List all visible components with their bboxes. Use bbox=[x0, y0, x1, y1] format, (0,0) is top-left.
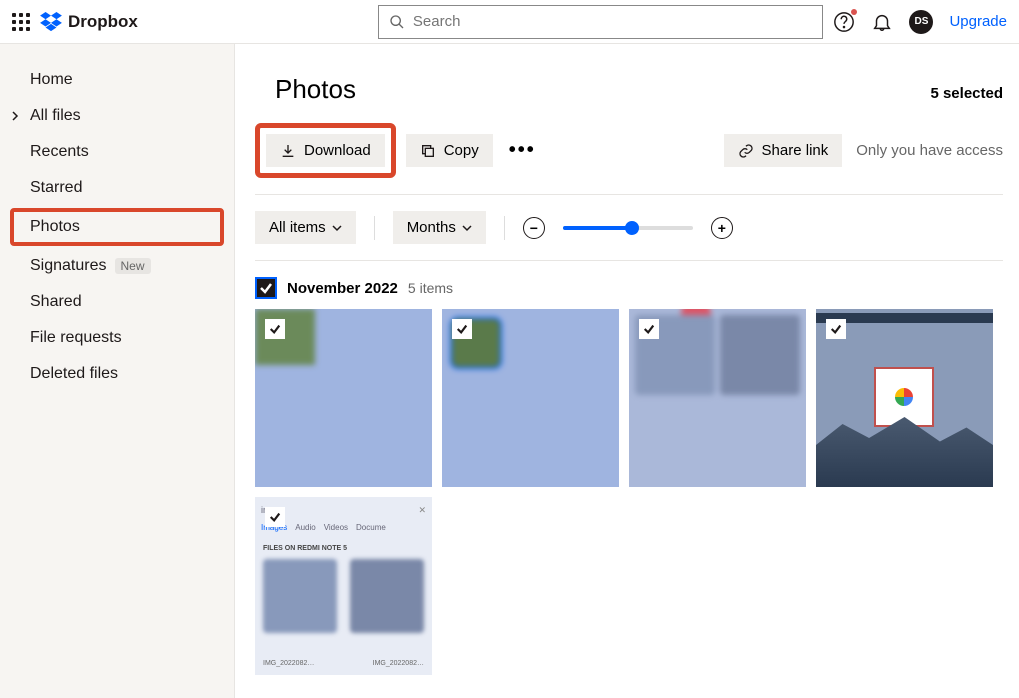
help-button[interactable] bbox=[833, 11, 855, 33]
new-badge: New bbox=[115, 258, 151, 274]
zoom-out-button[interactable]: − bbox=[523, 217, 545, 239]
link-icon bbox=[738, 143, 754, 159]
sidebar-item-label: Photos bbox=[30, 218, 80, 236]
search-box[interactable] bbox=[378, 5, 824, 39]
download-icon bbox=[280, 143, 296, 159]
close-icon: ✕ bbox=[418, 505, 426, 519]
chevron-down-icon bbox=[462, 223, 472, 233]
photo-thumbnail[interactable] bbox=[255, 309, 432, 487]
zoom-slider[interactable] bbox=[563, 226, 693, 230]
sidebar-item-filerequests[interactable]: File requests bbox=[0, 320, 234, 356]
dropbox-icon bbox=[40, 12, 62, 32]
filter-grouping-label: Months bbox=[407, 219, 456, 236]
avatar[interactable]: DS bbox=[909, 10, 933, 34]
sidebar-item-label: Signatures bbox=[30, 257, 107, 275]
main-content: Photos 5 selected Download Copy ••• Shar… bbox=[235, 44, 1019, 698]
slider-fill bbox=[563, 226, 628, 230]
search-input[interactable] bbox=[413, 13, 813, 30]
photo-thumbnail[interactable]: img✕ ImagesAudioVideosDocume FILES ON RE… bbox=[255, 497, 432, 675]
sidebar-item-label: Home bbox=[30, 71, 73, 89]
slider-knob[interactable] bbox=[625, 221, 639, 235]
check-icon bbox=[269, 511, 281, 523]
photo-grid: img✕ ImagesAudioVideosDocume FILES ON RE… bbox=[255, 309, 1003, 675]
check-icon bbox=[269, 323, 281, 335]
notification-dot bbox=[851, 9, 857, 15]
sidebar-item-recents[interactable]: Recents bbox=[0, 134, 234, 170]
page-title: Photos bbox=[275, 74, 356, 105]
sidebar-item-home[interactable]: Home bbox=[0, 62, 234, 98]
check-icon bbox=[456, 323, 468, 335]
photo-checkbox[interactable] bbox=[826, 319, 846, 339]
photo-checkbox[interactable] bbox=[265, 319, 285, 339]
action-toolbar: Download Copy ••• Share link Only you ha… bbox=[255, 123, 1003, 195]
sidebar-item-label: Shared bbox=[30, 293, 82, 311]
photo-thumbnail[interactable] bbox=[442, 309, 619, 487]
sidebar-item-label: Deleted files bbox=[30, 365, 118, 383]
share-link-button[interactable]: Share link bbox=[724, 134, 843, 167]
more-actions-button[interactable]: ••• bbox=[503, 139, 542, 162]
copy-label: Copy bbox=[444, 142, 479, 159]
filter-bar: All items Months − + bbox=[255, 195, 1003, 261]
copy-icon bbox=[420, 143, 436, 159]
header-right: DS Upgrade bbox=[833, 10, 1007, 34]
group-count: 5 items bbox=[408, 280, 453, 296]
divider bbox=[374, 216, 375, 240]
photo-thumbnail[interactable] bbox=[629, 309, 806, 487]
photo-checkbox[interactable] bbox=[265, 507, 285, 527]
check-icon bbox=[830, 323, 842, 335]
group-header: November 2022 5 items bbox=[255, 277, 1003, 299]
chevron-right-icon bbox=[10, 111, 20, 121]
share-label: Share link bbox=[762, 142, 829, 159]
check-icon bbox=[259, 281, 273, 295]
copy-button[interactable]: Copy bbox=[406, 134, 493, 167]
download-button[interactable]: Download bbox=[266, 134, 385, 167]
sidebar-item-label: Recents bbox=[30, 143, 89, 161]
divider bbox=[504, 216, 505, 240]
check-icon bbox=[643, 323, 655, 335]
logo-text: Dropbox bbox=[68, 12, 138, 32]
photo-group: November 2022 5 items bbox=[255, 261, 1003, 675]
photo-checkbox[interactable] bbox=[452, 319, 472, 339]
chevron-down-icon bbox=[332, 223, 342, 233]
zoom-in-button[interactable]: + bbox=[711, 217, 733, 239]
upgrade-link[interactable]: Upgrade bbox=[949, 13, 1007, 30]
notifications-button[interactable] bbox=[871, 11, 893, 33]
sidebar-item-label: File requests bbox=[30, 329, 122, 347]
search-icon bbox=[389, 14, 405, 30]
filter-grouping[interactable]: Months bbox=[393, 211, 486, 244]
dropbox-logo[interactable]: Dropbox bbox=[40, 12, 138, 32]
selection-count: 5 selected bbox=[930, 85, 1003, 102]
group-checkbox[interactable] bbox=[255, 277, 277, 299]
top-header: Dropbox DS Upgrade bbox=[0, 0, 1019, 44]
sidebar-item-deleted[interactable]: Deleted files bbox=[0, 356, 234, 392]
photo-checkbox[interactable] bbox=[639, 319, 659, 339]
sidebar-item-shared[interactable]: Shared bbox=[0, 284, 234, 320]
photo-thumbnail[interactable] bbox=[816, 309, 993, 487]
download-label: Download bbox=[304, 142, 371, 159]
group-title: November 2022 bbox=[287, 280, 398, 297]
access-text: Only you have access bbox=[856, 142, 1003, 159]
sidebar-item-label: Starred bbox=[30, 179, 82, 197]
sidebar-item-starred[interactable]: Starred bbox=[0, 170, 234, 206]
sidebar: Home All files Recents Starred Photos Si… bbox=[0, 44, 235, 698]
thumb-section-label: FILES ON REDMI NOTE 5 bbox=[263, 545, 347, 552]
filter-items-label: All items bbox=[269, 219, 326, 236]
download-highlight: Download bbox=[255, 123, 396, 178]
sidebar-item-label: All files bbox=[30, 107, 81, 125]
bell-icon bbox=[871, 11, 893, 33]
filter-items[interactable]: All items bbox=[255, 211, 356, 244]
sidebar-item-photos[interactable]: Photos bbox=[10, 208, 224, 246]
sidebar-item-allfiles[interactable]: All files bbox=[0, 98, 234, 134]
app-launcher-icon[interactable] bbox=[12, 13, 30, 31]
sidebar-item-signatures[interactable]: Signatures New bbox=[0, 248, 234, 284]
